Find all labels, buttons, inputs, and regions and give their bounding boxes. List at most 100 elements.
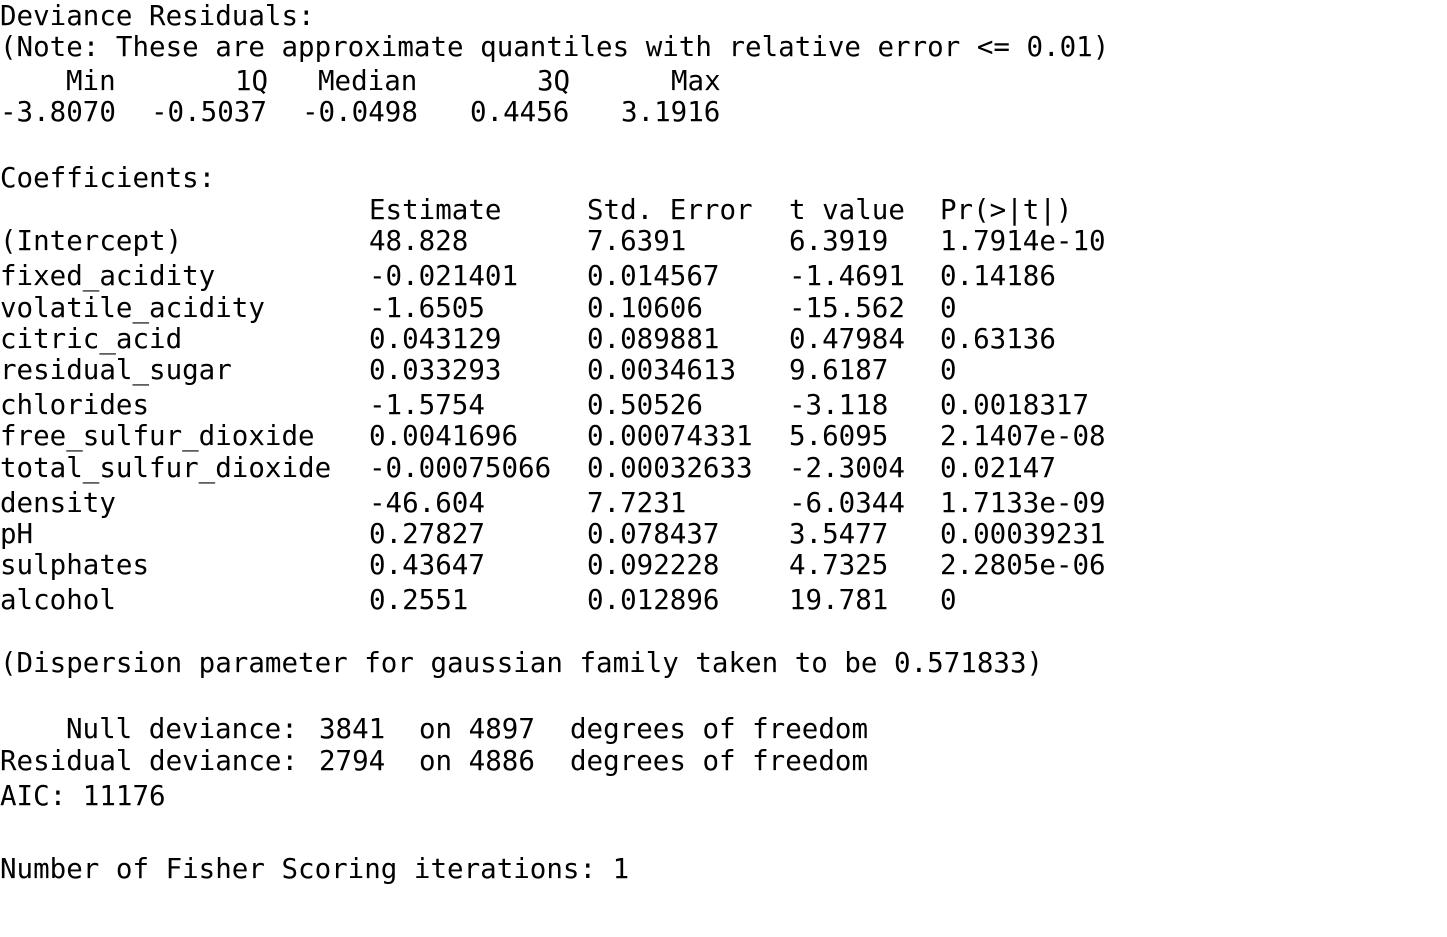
null-deviance-value: 3841 (319, 713, 386, 745)
coef-header-std-error: Std. Error (587, 194, 753, 226)
table-row: citric_acid 0.043129 0.089881 0.47984 0.… (0, 323, 1120, 355)
coef-estimate: -1.6505 (369, 292, 485, 324)
coef-t-value: 5.6095 (789, 420, 889, 452)
coef-t-value: 19.781 (789, 584, 889, 616)
coef-name: chlorides (0, 389, 150, 421)
null-deviance-label: Null deviance: (66, 713, 298, 745)
coefficients-header-row: Estimate Std. Error t value Pr(>|t|) (0, 194, 1120, 226)
residuals-header-row: Min 1Q Median 3Q Max (0, 65, 740, 97)
residuals-value-max: 3.1916 (621, 96, 721, 128)
coef-estimate: -1.5754 (369, 389, 485, 421)
coef-estimate: -46.604 (369, 487, 485, 519)
coef-estimate: 48.828 (369, 225, 469, 257)
residual-deviance-line: Residual deviance: 2794 on 4886 degrees … (0, 745, 900, 777)
coef-std-error: 0.00074331 (587, 420, 753, 452)
coef-p-value: 2.2805e-06 (940, 549, 1106, 581)
table-row: (Intercept) 48.828 7.6391 6.3919 1.7914e… (0, 225, 1120, 257)
residuals-value-1q: -0.5037 (151, 96, 267, 128)
coef-std-error: 0.014567 (587, 260, 720, 292)
table-row: volatile_acidity -1.6505 0.10606 -15.562… (0, 292, 1120, 324)
aic-line: AIC: 11176 (0, 780, 166, 812)
coef-estimate: -0.00075066 (369, 452, 552, 484)
coef-header-p-value: Pr(>|t|) (940, 194, 1073, 226)
coef-p-value: 0.0018317 (940, 389, 1090, 421)
coef-estimate: 0.43647 (369, 549, 485, 581)
table-row: alcohol 0.2551 0.012896 19.781 0 (0, 584, 1120, 616)
table-row: free_sulfur_dioxide 0.0041696 0.00074331… (0, 420, 1120, 452)
table-row: total_sulfur_dioxide -0.00075066 0.00032… (0, 452, 1120, 484)
residuals-header-3q: 3Q (537, 65, 571, 97)
coef-name: alcohol (0, 584, 116, 616)
coef-t-value: -6.0344 (789, 487, 905, 519)
residual-deviance-df: on 4886 (419, 745, 535, 777)
coef-std-error: 0.0034613 (587, 354, 737, 386)
table-row: chlorides -1.5754 0.50526 -3.118 0.00183… (0, 389, 1120, 421)
coef-t-value: -1.4691 (789, 260, 905, 292)
coef-p-value: 2.1407e-08 (940, 420, 1106, 452)
coef-name: (Intercept) (0, 225, 183, 257)
coef-p-value: 0 (940, 354, 957, 386)
coef-t-value: 4.7325 (789, 549, 889, 581)
residuals-header-1q: 1Q (235, 65, 269, 97)
residuals-value-row: -3.8070 -0.5037 -0.0498 0.4456 3.1916 (0, 96, 740, 128)
residuals-header-max: Max (671, 65, 721, 97)
coef-p-value: 0.00039231 (940, 518, 1106, 550)
coef-name: fixed_acidity (0, 260, 216, 292)
coef-p-value: 0 (940, 584, 957, 616)
coef-estimate: 0.27827 (369, 518, 485, 550)
residuals-header-median: Median (318, 65, 418, 97)
coef-p-value: 0.14186 (940, 260, 1056, 292)
coef-t-value: -3.118 (789, 389, 889, 421)
coef-std-error: 0.092228 (587, 549, 720, 581)
coef-t-value: 9.6187 (789, 354, 889, 386)
coef-name: residual_sugar (0, 354, 232, 386)
coef-t-value: 0.47984 (789, 323, 905, 355)
null-deviance-line: Null deviance: 3841 on 4897 degrees of f… (0, 713, 900, 745)
coef-p-value: 0.02147 (940, 452, 1056, 484)
table-row: residual_sugar 0.033293 0.0034613 9.6187… (0, 354, 1120, 386)
coef-t-value: 6.3919 (789, 225, 889, 257)
table-row: density -46.604 7.7231 -6.0344 1.7133e-0… (0, 487, 1120, 519)
coef-p-value: 0.63136 (940, 323, 1056, 355)
coef-name: sulphates (0, 549, 150, 581)
coef-std-error: 0.00032633 (587, 452, 753, 484)
table-row: fixed_acidity -0.021401 0.014567 -1.4691… (0, 260, 1120, 292)
deviance-residuals-title: Deviance Residuals: (0, 0, 315, 32)
coef-std-error: 0.012896 (587, 584, 720, 616)
coef-name: pH (0, 518, 34, 550)
coef-t-value: -15.562 (789, 292, 905, 324)
table-row: pH 0.27827 0.078437 3.5477 0.00039231 (0, 518, 1120, 550)
coef-std-error: 7.7231 (587, 487, 687, 519)
residuals-value-median: -0.0498 (302, 96, 418, 128)
deviance-residuals-note: (Note: These are approximate quantiles w… (0, 31, 1110, 63)
coef-header-t-value: t value (789, 194, 905, 226)
coef-name: volatile_acidity (0, 292, 265, 324)
residuals-header-min: Min (66, 65, 116, 97)
coef-name: density (0, 487, 116, 519)
coef-estimate: 0.2551 (369, 584, 469, 616)
coef-std-error: 7.6391 (587, 225, 687, 257)
coef-name: free_sulfur_dioxide (0, 420, 315, 452)
coef-std-error: 0.078437 (587, 518, 720, 550)
coef-p-value: 0 (940, 292, 957, 324)
coef-p-value: 1.7914e-10 (940, 225, 1106, 257)
coefficients-title: Coefficients: (0, 162, 216, 194)
residual-deviance-value: 2794 (319, 745, 386, 777)
table-row: sulphates 0.43647 0.092228 4.7325 2.2805… (0, 549, 1120, 581)
coef-std-error: 0.089881 (587, 323, 720, 355)
coef-p-value: 1.7133e-09 (940, 487, 1106, 519)
coef-name: total_sulfur_dioxide (0, 452, 332, 484)
coef-t-value: -2.3004 (789, 452, 905, 484)
residual-deviance-suffix: degrees of freedom (570, 745, 869, 777)
coef-std-error: 0.50526 (587, 389, 703, 421)
coef-name: citric_acid (0, 323, 183, 355)
fisher-iterations-line: Number of Fisher Scoring iterations: 1 (0, 853, 630, 885)
residual-deviance-label: Residual deviance: (0, 745, 299, 777)
coef-estimate: 0.043129 (369, 323, 502, 355)
residuals-value-min: -3.8070 (0, 96, 116, 128)
coef-header-estimate: Estimate (369, 194, 502, 226)
dispersion-line: (Dispersion parameter for gaussian famil… (0, 647, 1044, 679)
coef-estimate: 0.0041696 (369, 420, 519, 452)
residuals-value-3q: 0.4456 (470, 96, 570, 128)
null-deviance-df: on 4897 (419, 713, 535, 745)
